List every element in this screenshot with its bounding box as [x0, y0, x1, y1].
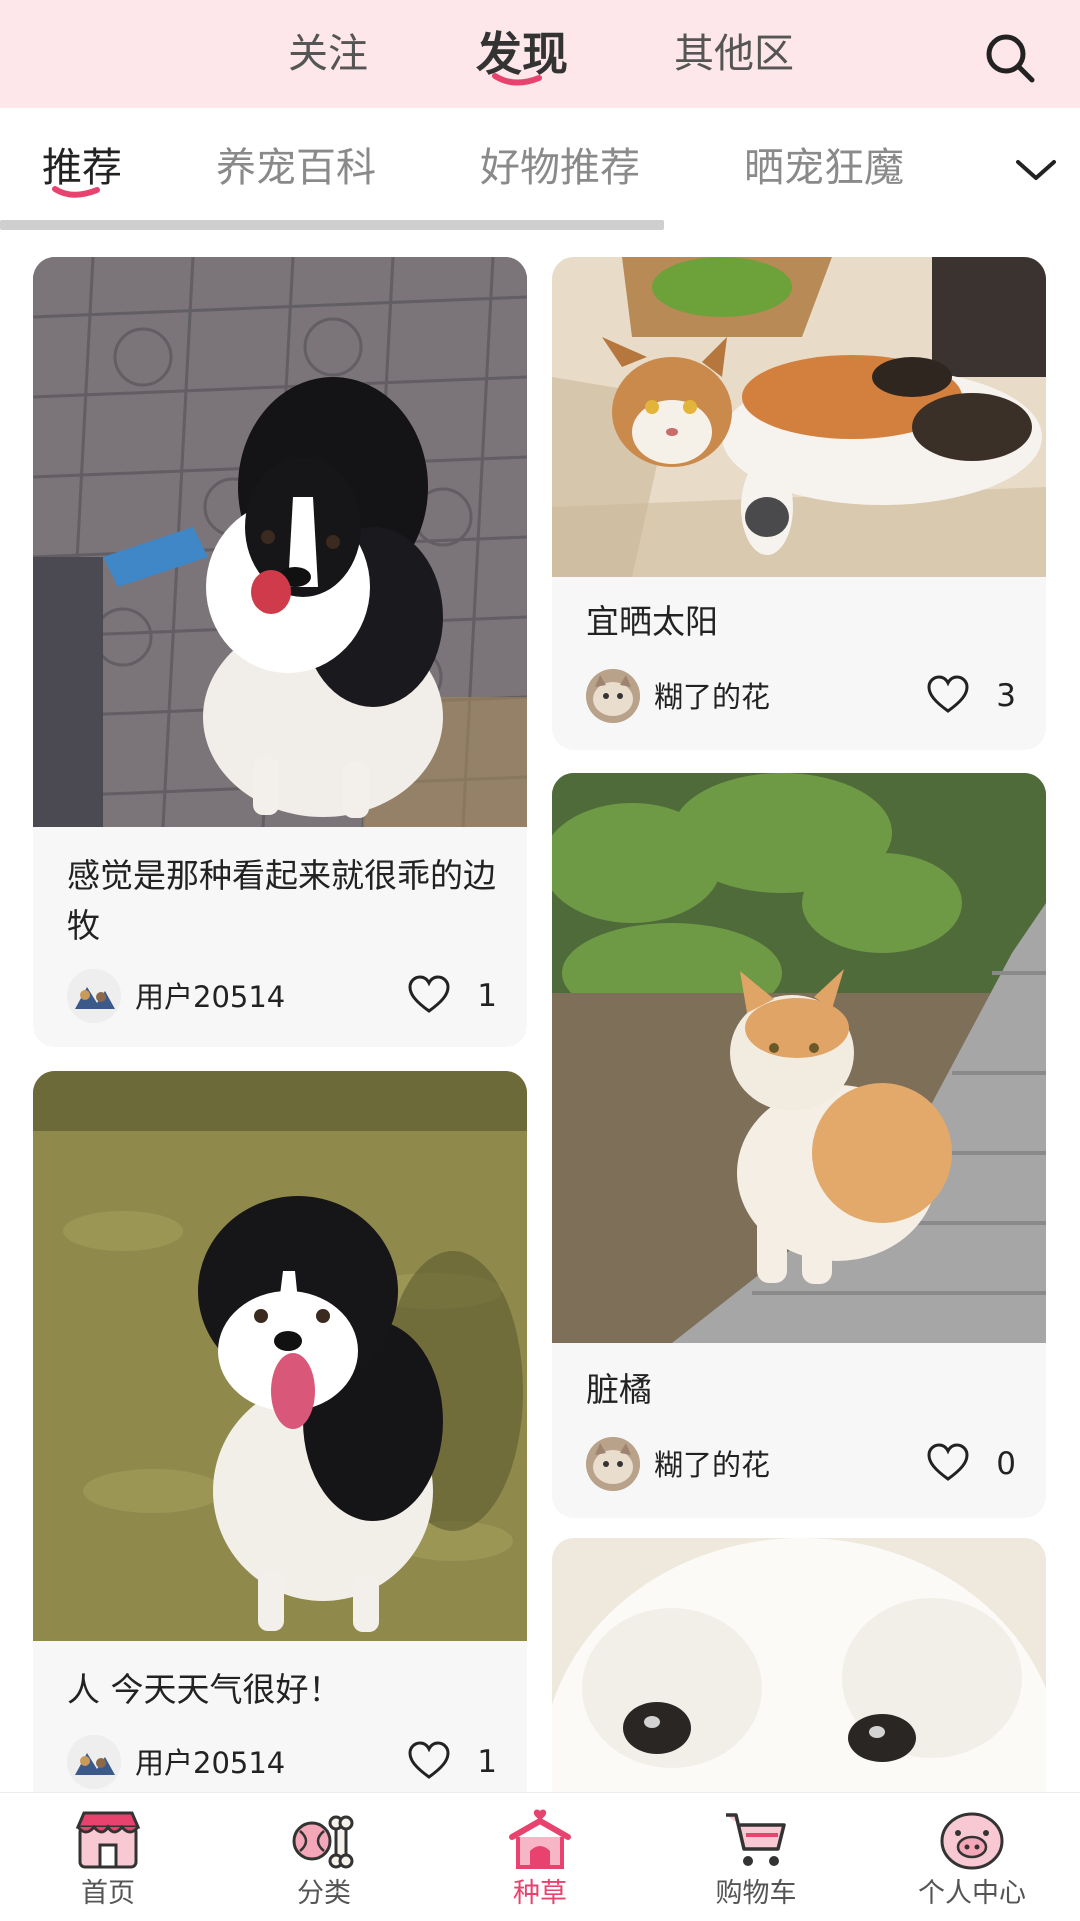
ball-bone-icon [292, 1815, 354, 1869]
active-underline-swoosh [52, 186, 100, 198]
post-title: 宜晒太阳 [586, 602, 718, 641]
pet-house-icon [509, 1809, 571, 1869]
post-like-count: 0 [996, 1446, 1016, 1482]
post-image-orange-cat [552, 773, 1046, 1343]
expand-categories-button[interactable] [1010, 144, 1062, 196]
post-card[interactable]: 人 今天天气很好！ 用户20514 1 [33, 1071, 527, 1792]
post-card[interactable]: 宜晒太阳 糊了的花 3 [552, 257, 1046, 750]
post-image-border-collie [33, 257, 527, 827]
nav-label-cart: 购物车 [715, 1878, 797, 1909]
category-tabs: 推荐 养宠百科 好物推荐 晒宠狂魔 [0, 108, 1080, 230]
nav-label-profile: 个人中心 [918, 1878, 1026, 1909]
heart-icon[interactable] [926, 675, 970, 715]
heart-icon[interactable] [407, 975, 451, 1015]
search-icon [986, 34, 1035, 83]
post-author-name[interactable]: 糊了的花 [654, 675, 770, 719]
post-like-count: 3 [996, 678, 1016, 714]
post-like-count: 1 [477, 1744, 497, 1780]
post-image-border-collie-grass [33, 1071, 527, 1641]
post-author-name[interactable]: 用户20514 [135, 975, 285, 1019]
top-tab-other-label: 其他区 [674, 31, 794, 77]
shop-icon [75, 1811, 141, 1869]
cat-tab-goods[interactable]: 好物推荐 [480, 138, 640, 198]
top-tab-follow-label: 关注 [288, 31, 368, 77]
heart-icon[interactable] [407, 1741, 451, 1781]
post-image-white-dog [552, 1538, 1046, 1792]
nav-item-category[interactable]: 分类 [216, 1793, 432, 1921]
post-image-calico-cat [552, 257, 1046, 577]
pig-face-icon [940, 1812, 1004, 1870]
post-title: 感觉是那种看起来就很乖的边牧 [67, 856, 496, 945]
nav-label-category: 分类 [297, 1878, 351, 1909]
cat-tab-showoff[interactable]: 晒宠狂魔 [744, 138, 904, 198]
search-button[interactable] [982, 30, 1038, 86]
nav-label-discover: 种草 [513, 1878, 567, 1909]
top-tab-discover[interactable]: 发现 [470, 24, 574, 86]
post-author-row: 糊了的花 0 [586, 1437, 1016, 1493]
post-author-name[interactable]: 用户20514 [135, 1741, 285, 1785]
heart-icon[interactable] [926, 1443, 970, 1483]
cat-tab-showoff-label: 晒宠狂魔 [744, 145, 904, 191]
nav-item-discover[interactable]: 种草 [432, 1793, 648, 1921]
cat-tab-recommend[interactable]: 推荐 [42, 138, 122, 198]
nav-item-cart[interactable]: 购物车 [648, 1793, 864, 1921]
post-card[interactable]: 感觉是那种看起来就很乖的边牧 用户20514 1 [33, 257, 527, 1047]
avatar[interactable] [67, 1735, 121, 1789]
cat-tab-encyclopedia-label: 养宠百科 [216, 145, 376, 191]
chevron-down-icon [1016, 160, 1056, 180]
avatar[interactable] [67, 969, 121, 1023]
post-author-name[interactable]: 糊了的花 [654, 1443, 770, 1487]
post-title: 脏橘 [586, 1370, 652, 1409]
top-tab-follow[interactable]: 关注 [268, 24, 388, 84]
nav-label-home: 首页 [81, 1878, 135, 1909]
cat-tab-goods-label: 好物推荐 [480, 145, 640, 191]
nav-item-home[interactable]: 首页 [0, 1793, 216, 1921]
post-author-row: 糊了的花 3 [586, 669, 1016, 725]
active-underline-swoosh [492, 73, 542, 86]
post-card[interactable] [552, 1538, 1046, 1792]
cart-icon [726, 1813, 786, 1866]
post-like-count: 1 [477, 978, 497, 1014]
avatar[interactable] [586, 669, 640, 723]
top-tab-other[interactable]: 其他区 [664, 24, 804, 84]
post-author-row: 用户20514 1 [67, 969, 497, 1025]
nav-item-profile[interactable]: 个人中心 [864, 1793, 1080, 1921]
post-title: 人 今天天气很好！ [67, 1670, 342, 1709]
cat-tab-encyclopedia[interactable]: 养宠百科 [216, 138, 376, 198]
post-feed[interactable]: 感觉是那种看起来就很乖的边牧 用户20514 1 人 今天天气很好！ 用户205… [0, 228, 1080, 1792]
post-card[interactable]: 脏橘 糊了的花 0 [552, 773, 1046, 1518]
post-author-row: 用户20514 1 [67, 1735, 497, 1791]
avatar[interactable] [586, 1437, 640, 1491]
top-header: 关注 发现 其他区 [0, 0, 1080, 108]
bottom-navigation: 首页 分类 种草 购物车 个人中心 [0, 1792, 1080, 1921]
